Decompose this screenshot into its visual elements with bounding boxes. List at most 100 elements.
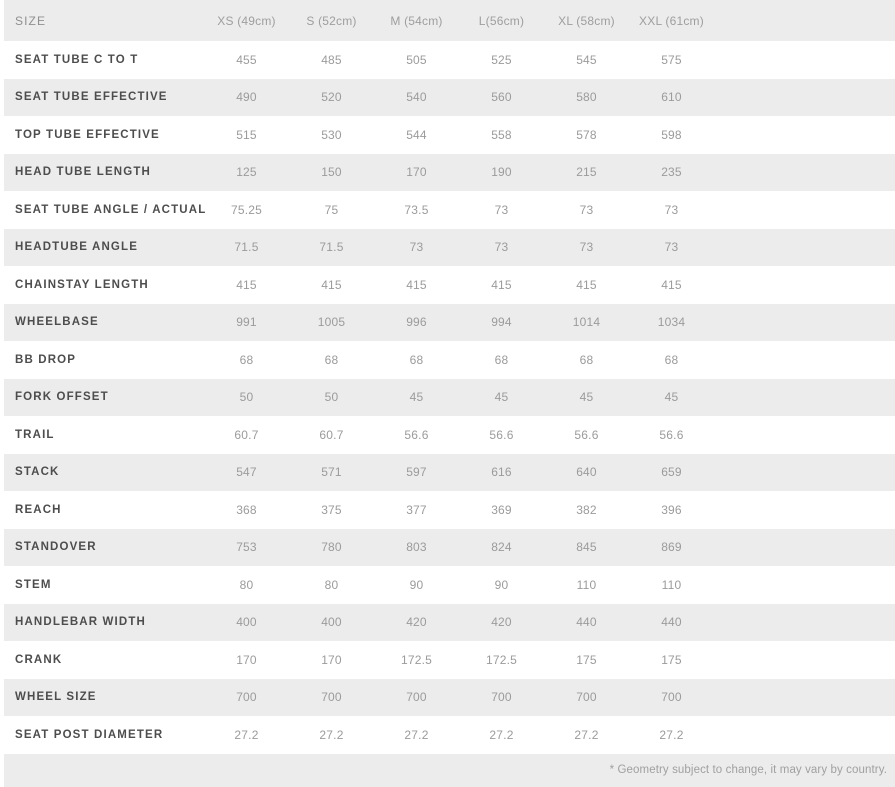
row-value: 520 <box>321 90 342 105</box>
column-header-s: S (52cm) <box>306 13 357 28</box>
row-value: 400 <box>321 615 342 630</box>
row-value: 45 <box>664 390 679 405</box>
row-value: 580 <box>576 90 597 105</box>
row-value: 598 <box>661 127 682 142</box>
table-row: HEAD TUBE LENGTH 125 150 170 190 215 235 <box>4 153 895 192</box>
row-value: 80 <box>239 577 254 592</box>
row-value: 235 <box>661 165 682 180</box>
row-value: 170 <box>406 165 427 180</box>
row-spacer <box>714 154 895 192</box>
row-value: 73 <box>494 240 509 255</box>
row-value: 780 <box>321 540 342 555</box>
row-value: 375 <box>321 502 342 517</box>
row-value: 73 <box>494 202 509 217</box>
row-value: 700 <box>491 690 512 705</box>
row-value: 73 <box>664 240 679 255</box>
row-spacer <box>714 379 895 417</box>
row-value: 440 <box>576 615 597 630</box>
row-value: 571 <box>321 465 342 480</box>
row-spacer <box>714 41 895 79</box>
row-value: 68 <box>494 352 509 367</box>
row-value: 415 <box>491 277 512 292</box>
table-row: HEADTUBE ANGLE 71.5 71.5 73 73 73 73 <box>4 228 895 267</box>
row-value: 170 <box>236 652 257 667</box>
row-value: 75.25 <box>230 202 263 217</box>
row-value: 490 <box>236 90 257 105</box>
column-header-size: SIZE <box>15 13 47 28</box>
row-value: 377 <box>406 502 427 517</box>
row-value: 68 <box>579 352 594 367</box>
row-value: 547 <box>236 465 257 480</box>
row-spacer <box>714 716 895 754</box>
row-value: 610 <box>661 90 682 105</box>
row-value: 56.6 <box>489 427 514 442</box>
column-header-xxl: XXL (61cm) <box>639 13 704 28</box>
row-value: 125 <box>236 165 257 180</box>
row-spacer <box>714 304 895 342</box>
row-value: 73 <box>579 202 594 217</box>
row-value: 415 <box>576 277 597 292</box>
row-value: 68 <box>664 352 679 367</box>
row-value: 415 <box>406 277 427 292</box>
table-row: BB DROP 68 68 68 68 68 68 <box>4 341 895 379</box>
table-row: SEAT TUBE C TO T 455 485 505 525 545 575 <box>4 41 895 79</box>
column-header-xl: XL (58cm) <box>558 13 615 28</box>
row-spacer <box>714 529 895 567</box>
row-value: 396 <box>661 502 682 517</box>
row-value: 455 <box>236 52 257 67</box>
row-value: 90 <box>409 577 424 592</box>
geometry-table-container: SIZE XS (49cm) S (52cm) M (54cm) L(56cm)… <box>0 0 895 787</box>
row-value: 175 <box>576 652 597 667</box>
row-value: 560 <box>491 90 512 105</box>
row-value: 544 <box>406 127 427 142</box>
column-header-l: L(56cm) <box>478 13 525 28</box>
table-row: WHEEL SIZE 700 700 700 700 700 700 <box>4 678 895 716</box>
row-spacer <box>714 116 895 154</box>
row-value: 56.6 <box>574 427 599 442</box>
table-row: STACK 547 571 597 616 640 659 <box>4 453 895 492</box>
row-value: 420 <box>491 615 512 630</box>
row-label: CRANK <box>15 653 63 666</box>
row-value: 415 <box>236 277 257 292</box>
row-value: 215 <box>576 165 597 180</box>
row-label: STACK <box>15 466 60 479</box>
row-spacer <box>714 229 895 267</box>
row-value: 382 <box>576 502 597 517</box>
row-value: 45 <box>409 390 424 405</box>
row-value: 68 <box>409 352 424 367</box>
row-label: BB DROP <box>15 353 77 366</box>
row-value: 60.7 <box>319 427 344 442</box>
row-label: STANDOVER <box>15 541 97 554</box>
row-value: 172.5 <box>400 652 433 667</box>
row-value: 71.5 <box>234 240 259 255</box>
row-label: SEAT POST DIAMETER <box>15 728 164 741</box>
row-value: 845 <box>576 540 597 555</box>
row-value: 368 <box>236 502 257 517</box>
row-value: 803 <box>406 540 427 555</box>
header-row: SIZE XS (49cm) S (52cm) M (54cm) L(56cm)… <box>4 0 895 41</box>
row-value: 753 <box>236 540 257 555</box>
row-value: 56.6 <box>659 427 684 442</box>
row-value: 515 <box>236 127 257 142</box>
row-spacer <box>714 191 895 229</box>
geometry-footnote: * Geometry subject to change, it may var… <box>609 764 887 776</box>
row-value: 700 <box>406 690 427 705</box>
row-value: 369 <box>491 502 512 517</box>
row-value: 45 <box>494 390 509 405</box>
row-value: 60.7 <box>234 427 259 442</box>
row-label: SEAT TUBE ANGLE / ACTUAL <box>15 203 207 216</box>
row-value: 68 <box>324 352 339 367</box>
row-value: 172.5 <box>485 652 518 667</box>
table-row: SEAT TUBE EFFECTIVE 490 520 540 560 580 610 <box>4 78 895 116</box>
row-value: 27.2 <box>574 727 599 742</box>
row-spacer <box>714 454 895 492</box>
row-value: 616 <box>491 465 512 480</box>
row-label: SEAT TUBE EFFECTIVE <box>15 91 168 104</box>
row-value: 1005 <box>317 315 346 330</box>
row-label: FORK OFFSET <box>15 391 109 404</box>
row-value: 659 <box>661 465 682 480</box>
row-spacer <box>714 416 895 454</box>
row-value: 640 <box>576 465 597 480</box>
row-value: 700 <box>236 690 257 705</box>
row-value: 175 <box>661 652 682 667</box>
